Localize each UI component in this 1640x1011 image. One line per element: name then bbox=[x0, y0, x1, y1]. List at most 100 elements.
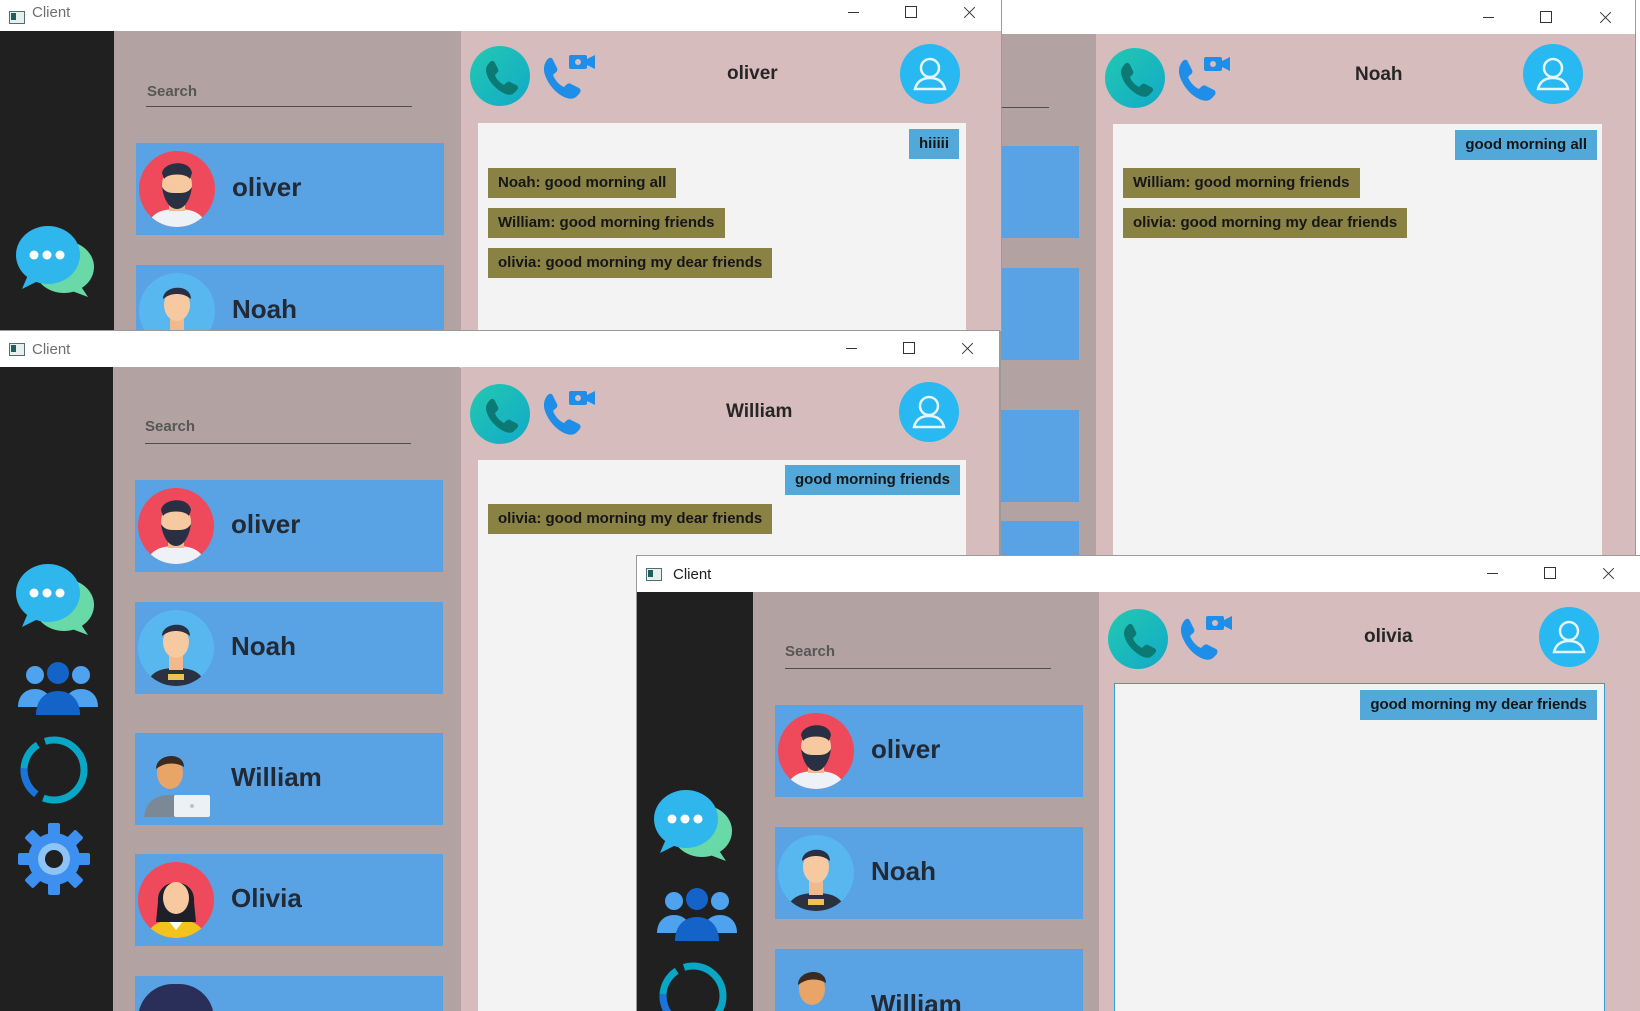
search-input[interactable]: Search bbox=[145, 418, 195, 435]
video-call-icon[interactable] bbox=[541, 386, 599, 440]
search-input[interactable]: Search bbox=[147, 83, 197, 100]
avatar bbox=[139, 273, 215, 331]
user-profile-icon bbox=[1552, 620, 1586, 654]
nav-rail bbox=[0, 31, 114, 331]
message-incoming: olivia: good morning my dear friends bbox=[488, 248, 773, 278]
people-group-icon[interactable] bbox=[18, 661, 98, 715]
contact-card[interactable]: Noah bbox=[136, 265, 444, 331]
contact-name: oliver bbox=[232, 172, 302, 202]
avatar bbox=[138, 741, 214, 817]
voice-call-button[interactable] bbox=[1108, 609, 1168, 669]
nav-rail bbox=[0, 367, 113, 1011]
search-underline bbox=[1001, 107, 1049, 108]
contact-card[interactable]: Noah bbox=[135, 602, 443, 694]
close-button[interactable] bbox=[1580, 556, 1636, 590]
app-icon bbox=[646, 568, 662, 581]
contact-name: oliver bbox=[871, 734, 941, 764]
contact-card[interactable]: William bbox=[135, 733, 443, 825]
video-call-icon[interactable] bbox=[1178, 611, 1236, 665]
contact-name: William bbox=[231, 762, 322, 792]
chat-pane: olivia good morning my dear friends bbox=[1099, 592, 1640, 1011]
minimize-button[interactable] bbox=[1464, 556, 1520, 590]
chat-title: Noah bbox=[1355, 64, 1403, 85]
title-bar[interactable] bbox=[1001, 0, 1635, 35]
avatar bbox=[138, 862, 214, 938]
search-underline bbox=[785, 668, 1051, 669]
maximize-button[interactable] bbox=[1518, 0, 1574, 34]
message-incoming: olivia: good morning my dear friends bbox=[488, 504, 773, 534]
close-button[interactable] bbox=[1577, 0, 1633, 34]
contact-card[interactable] bbox=[1001, 268, 1079, 360]
window-title: Client bbox=[32, 341, 71, 358]
maximize-button[interactable] bbox=[1522, 556, 1578, 590]
status-ring-icon[interactable] bbox=[18, 734, 90, 806]
message-incoming: Noah: good morning all bbox=[488, 168, 677, 198]
phone-icon bbox=[486, 60, 519, 95]
contact-name: Olivia bbox=[231, 883, 302, 913]
contacts-panel: Search oliver Noah bbox=[114, 31, 461, 331]
search-input[interactable]: Search bbox=[785, 643, 835, 660]
maximize-button[interactable] bbox=[883, 0, 939, 24]
user-profile-icon bbox=[913, 57, 947, 91]
contact-name: Noah bbox=[232, 294, 297, 324]
gear-icon[interactable] bbox=[14, 819, 94, 899]
video-call-icon[interactable] bbox=[541, 50, 599, 104]
people-group-icon[interactable] bbox=[657, 887, 737, 941]
contact-card[interactable]: Noah bbox=[775, 827, 1083, 919]
minimize-button[interactable] bbox=[823, 331, 879, 365]
title-bar[interactable]: Client bbox=[0, 331, 999, 368]
video-call-icon[interactable] bbox=[1176, 52, 1234, 106]
contact-card[interactable]: Olivia bbox=[135, 854, 443, 946]
contact-card[interactable]: oliver bbox=[775, 705, 1083, 797]
profile-button[interactable] bbox=[1523, 44, 1583, 104]
title-bar[interactable]: Client bbox=[637, 556, 1640, 593]
contact-name: Noah bbox=[871, 856, 936, 886]
voice-call-button[interactable] bbox=[1105, 48, 1165, 108]
chat-bubbles-icon[interactable] bbox=[14, 223, 96, 303]
chat-bubbles-icon[interactable] bbox=[14, 561, 96, 641]
user-profile-icon bbox=[912, 395, 946, 429]
contacts-panel: Search oliver Noah William Olivia bbox=[113, 367, 460, 1011]
window-title: Client bbox=[673, 566, 712, 583]
search-underline bbox=[146, 106, 412, 107]
message-area[interactable]: hiiiii Noah: good morning all William: g… bbox=[478, 123, 966, 331]
contact-card[interactable] bbox=[135, 976, 443, 1011]
app-icon bbox=[9, 343, 25, 356]
message-incoming: William: good morning friends bbox=[1123, 168, 1360, 198]
voice-call-button[interactable] bbox=[470, 46, 530, 106]
status-ring-icon[interactable] bbox=[657, 960, 729, 1011]
contact-card[interactable]: William bbox=[775, 949, 1083, 1011]
contact-card[interactable]: oliver bbox=[136, 143, 444, 235]
message-area[interactable]: good morning my dear friends bbox=[1114, 683, 1605, 1011]
client-window-oliver: Client Search oliver Noah oliver hiiiii … bbox=[0, 0, 1001, 331]
phone-icon bbox=[1124, 623, 1157, 658]
search-underline bbox=[145, 443, 411, 444]
minimize-button[interactable] bbox=[1460, 0, 1516, 34]
voice-call-button[interactable] bbox=[470, 384, 530, 444]
message-outgoing: good morning my dear friends bbox=[1360, 690, 1597, 720]
chat-title: oliver bbox=[727, 63, 778, 84]
message-outgoing: hiiiii bbox=[909, 129, 959, 159]
nav-rail bbox=[637, 592, 753, 1011]
chat-title: William bbox=[726, 401, 793, 422]
contact-card[interactable] bbox=[1001, 410, 1079, 502]
chat-bubbles-icon[interactable] bbox=[652, 787, 734, 867]
minimize-button[interactable] bbox=[825, 0, 881, 24]
contact-card[interactable] bbox=[1001, 146, 1079, 238]
avatar bbox=[138, 610, 214, 686]
app-icon bbox=[9, 11, 25, 24]
contact-name: Noah bbox=[231, 631, 296, 661]
profile-button[interactable] bbox=[900, 44, 960, 104]
contacts-panel: Search oliver Noah William bbox=[753, 592, 1099, 1011]
maximize-button[interactable] bbox=[881, 331, 937, 365]
title-bar[interactable]: Client bbox=[0, 0, 1001, 32]
avatar bbox=[778, 713, 854, 789]
user-profile-icon bbox=[1536, 57, 1570, 91]
close-button[interactable] bbox=[939, 331, 995, 365]
profile-button[interactable] bbox=[899, 382, 959, 442]
phone-icon bbox=[1121, 62, 1154, 97]
profile-button[interactable] bbox=[1539, 607, 1599, 667]
message-incoming: olivia: good morning my dear friends bbox=[1123, 208, 1408, 238]
contact-card[interactable]: oliver bbox=[135, 480, 443, 572]
close-button[interactable] bbox=[941, 0, 997, 24]
